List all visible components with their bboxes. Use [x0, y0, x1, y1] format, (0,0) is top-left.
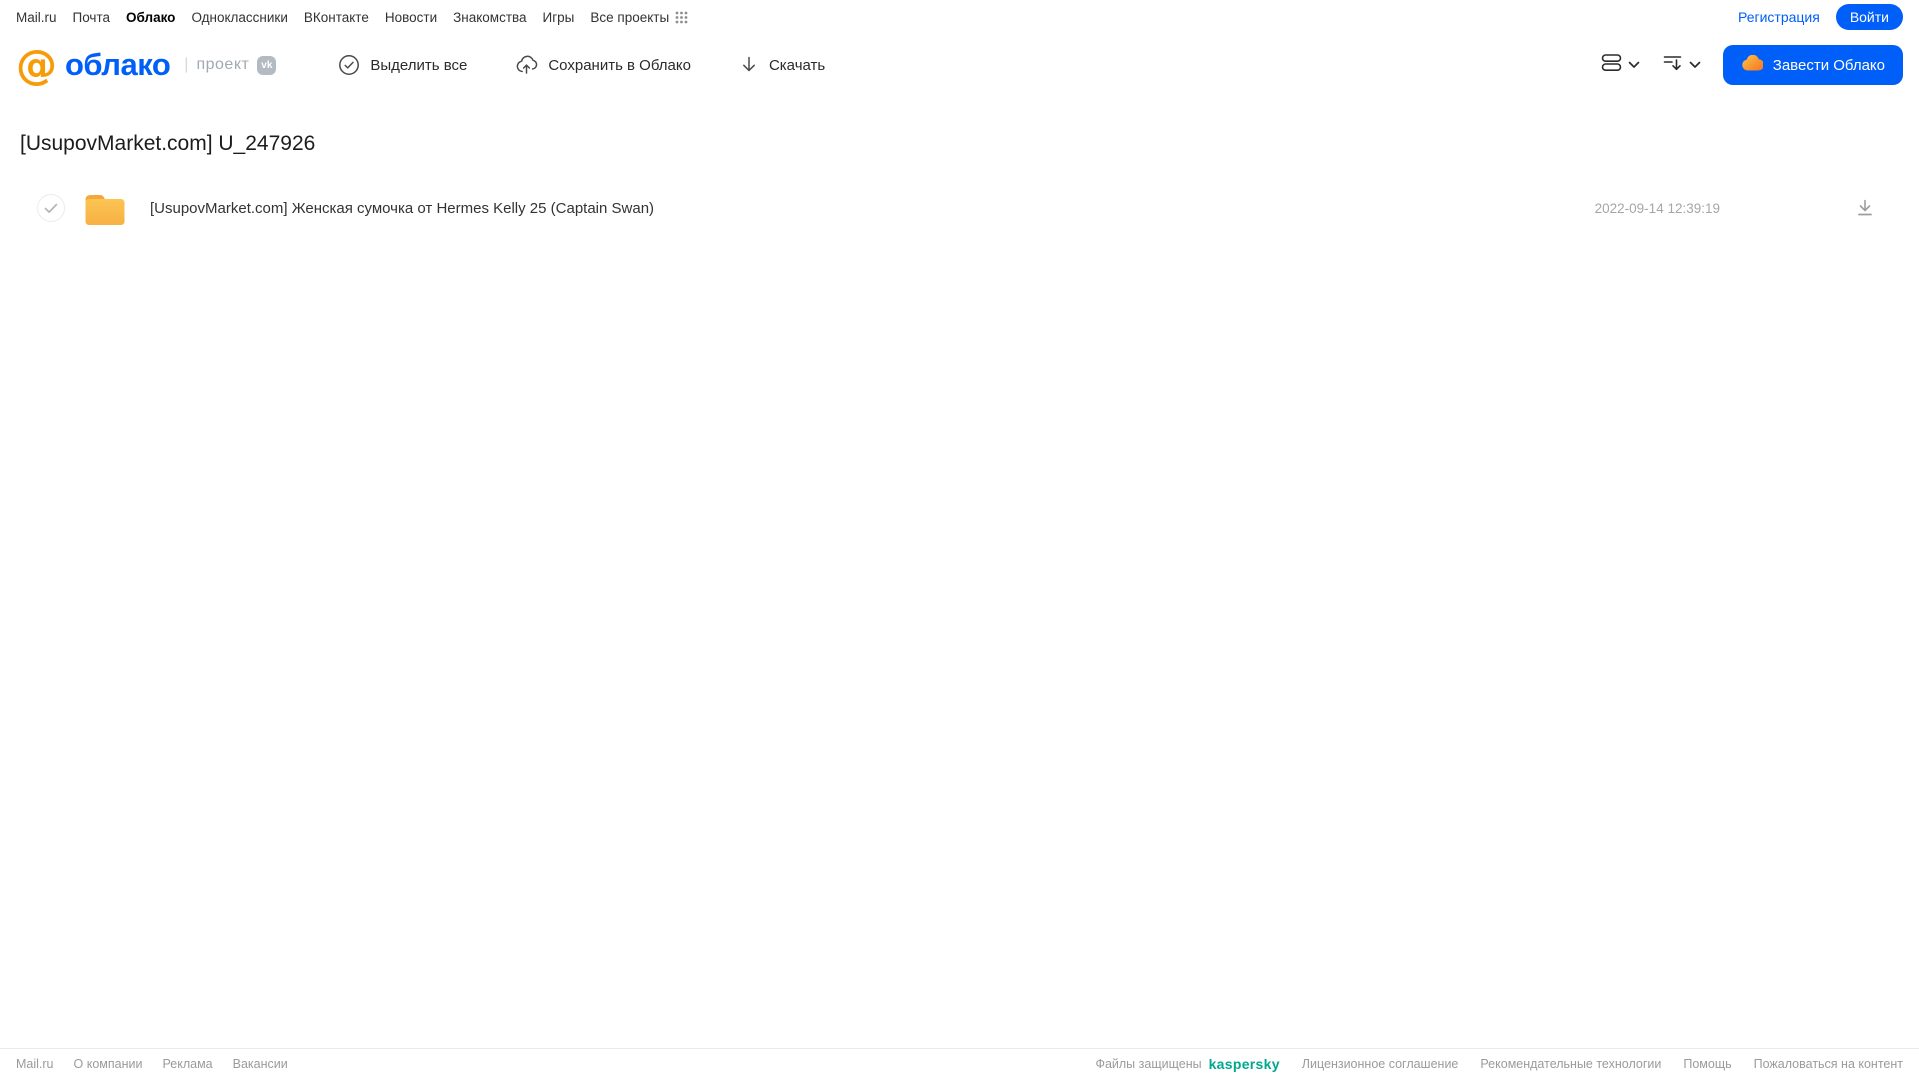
logo-divider: |: [184, 56, 189, 73]
footer-jobs-link[interactable]: Вакансии: [233, 1057, 288, 1071]
register-link[interactable]: Регистрация: [1738, 9, 1820, 25]
apps-grid-icon: [675, 11, 688, 24]
view-mode-dropdown[interactable]: [1601, 52, 1640, 78]
app-header: @ облако | проект vk Выделить все Сохран…: [0, 34, 1919, 96]
portal-topbar: Mail.ru Почта Облако Одноклассники ВКонт…: [0, 0, 1919, 34]
page-title: [UsupovMarket.com] U_247926: [20, 132, 316, 155]
get-cloud-button[interactable]: Завести Облако: [1722, 45, 1903, 85]
nav-novosti[interactable]: Новости: [385, 10, 437, 25]
check-circle-icon: [338, 54, 360, 76]
row-meta: 2022-09-14 12:39:19: [1595, 198, 1899, 218]
list-view-icon: [1601, 52, 1622, 78]
chevron-down-icon: [1628, 56, 1640, 74]
check-icon: [44, 203, 58, 213]
page-footer: Mail.ru О компании Реклама Вакансии Файл…: [0, 1048, 1919, 1079]
cloud-logo[interactable]: @ облако: [16, 40, 171, 89]
footer-license-link[interactable]: Лицензионное соглашение: [1302, 1057, 1459, 1071]
nav-pochta[interactable]: Почта: [73, 10, 111, 25]
cloud-logo-text: облако: [65, 47, 171, 82]
nav-all-projects-label: Все проекты: [590, 9, 670, 25]
share-content: [UsupovMarket.com] U_247926 [UsupovMarke…: [0, 132, 1919, 232]
footer-report-link[interactable]: Пожаловаться на контент: [1754, 1057, 1903, 1071]
footer-about-link[interactable]: О компании: [74, 1057, 143, 1071]
project-label: проект: [196, 56, 250, 73]
nav-igry[interactable]: Игры: [543, 10, 575, 25]
vk-project-tag: | проект vk: [184, 55, 277, 75]
footer-mailru-link[interactable]: Mail.ru: [16, 1057, 54, 1071]
footer-help-link[interactable]: Помощь: [1683, 1057, 1731, 1071]
header-right-controls: Завести Облако: [1601, 45, 1903, 85]
mailru-at-icon: @: [16, 40, 57, 89]
get-cloud-label: Завести Облако: [1772, 56, 1885, 74]
nav-vkontakte[interactable]: ВКонтакте: [304, 10, 369, 25]
download-button[interactable]: Скачать: [739, 54, 825, 76]
file-name-link[interactable]: [UsupovMarket.com] Женская сумочка от He…: [150, 200, 654, 217]
download-label: Скачать: [768, 56, 826, 74]
orange-cloud-icon: [1741, 54, 1764, 75]
actions-toolbar: Выделить все Сохранить в Облако Скачать: [338, 54, 825, 76]
save-to-cloud-label: Сохранить в Облако: [548, 56, 691, 74]
nav-odnoklassniki[interactable]: Одноклассники: [191, 10, 287, 25]
nav-all-projects[interactable]: Все проекты: [590, 10, 688, 25]
nav-mailru[interactable]: Mail.ru: [16, 10, 57, 25]
kaspersky-logo[interactable]: kaspersky: [1209, 1056, 1280, 1072]
footer-right-links: Файлы защищены kaspersky Лицензионное со…: [1095, 1056, 1903, 1072]
kaspersky-protection: Файлы защищены kaspersky: [1095, 1056, 1279, 1072]
footer-ads-link[interactable]: Реклама: [162, 1057, 212, 1071]
footer-left-links: Mail.ru О компании Реклама Вакансии: [16, 1057, 288, 1071]
download-arrow-icon: [739, 54, 759, 76]
portal-nav: Mail.ru Почта Облако Одноклассники ВКонт…: [16, 10, 688, 25]
footer-recommendations-link[interactable]: Рекомендательные технологии: [1480, 1057, 1661, 1071]
nav-znakomstva[interactable]: Знакомства: [453, 10, 526, 25]
login-button[interactable]: Войти: [1835, 4, 1903, 30]
sort-dropdown[interactable]: [1662, 52, 1701, 78]
select-all-label: Выделить все: [370, 56, 468, 74]
topbar-auth: Регистрация Войти: [1738, 4, 1903, 30]
row-checkbox[interactable]: [37, 194, 65, 222]
sort-icon: [1662, 52, 1683, 78]
nav-oblako[interactable]: Облако: [126, 10, 175, 25]
chevron-down-icon: [1689, 56, 1701, 74]
vk-logo-icon: vk: [257, 55, 277, 75]
files-protected-label: Файлы защищены: [1095, 1057, 1202, 1071]
file-date: 2022-09-14 12:39:19: [1594, 200, 1720, 216]
file-row[interactable]: [UsupovMarket.com] Женская сумочка от He…: [20, 184, 1899, 232]
row-download-icon[interactable]: [1855, 198, 1875, 218]
folder-icon: [84, 191, 126, 226]
select-all-button[interactable]: Выделить все: [338, 54, 467, 76]
cloud-upload-icon: [515, 54, 538, 76]
save-to-cloud-button[interactable]: Сохранить в Облако: [515, 54, 691, 76]
